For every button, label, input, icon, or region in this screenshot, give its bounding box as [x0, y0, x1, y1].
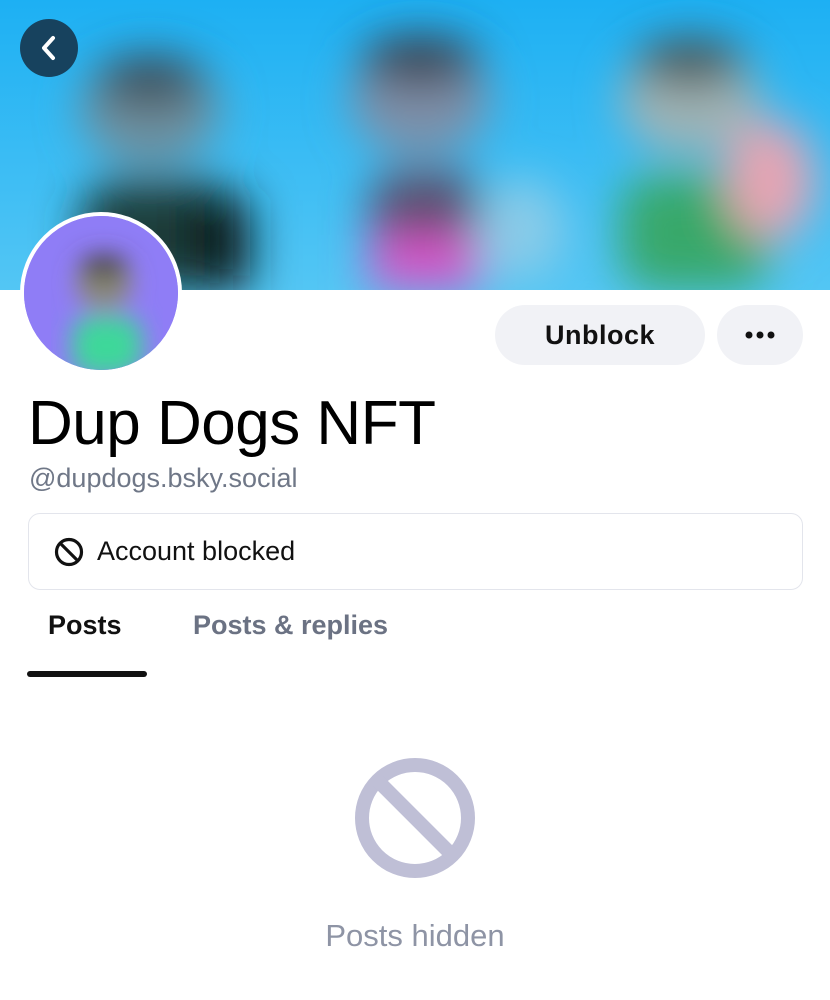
unblock-button[interactable]: Unblock	[495, 305, 705, 365]
notice-label: Account blocked	[97, 536, 296, 566]
avatar-image	[24, 216, 178, 370]
more-options-button[interactable]	[717, 305, 803, 365]
handle: @dupdogs.bsky.social	[29, 463, 298, 493]
block-icon	[355, 758, 475, 878]
tab-posts-and-replies[interactable]: Posts & replies	[193, 610, 388, 641]
block-icon	[54, 537, 84, 566]
active-tab-indicator	[27, 671, 147, 677]
account-blocked-notice: Account blocked	[28, 513, 803, 590]
avatar[interactable]	[20, 212, 182, 374]
ellipsis-icon	[745, 331, 775, 339]
back-button[interactable]	[20, 19, 78, 77]
chevron-left-icon	[42, 36, 55, 60]
display-name: Dup Dogs NFT	[28, 389, 436, 458]
posts-hidden-label: Posts hidden	[325, 918, 505, 953]
tab-posts[interactable]: Posts	[48, 610, 122, 641]
